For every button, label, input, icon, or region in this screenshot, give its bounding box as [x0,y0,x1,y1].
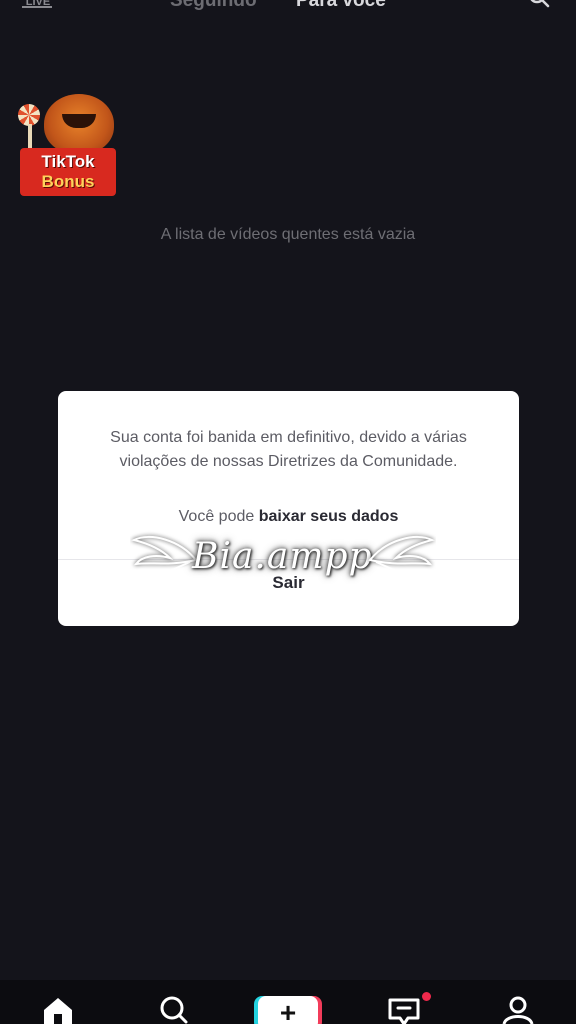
inbox-icon[interactable] [386,994,422,1024]
download-data-line: Você pode baixar seus dados [58,508,519,526]
live-button[interactable]: LIVE [22,0,54,8]
search-nav-icon[interactable] [156,994,192,1024]
ban-message: Sua conta foi banida em definitivo, devi… [110,429,467,470]
left-wings-icon [131,535,198,585]
bonus-label-line2: Bonus [41,172,95,191]
home-icon[interactable] [40,994,76,1024]
right-wings-icon [368,535,435,585]
bonus-label: TikTok Bonus [20,148,116,196]
download-data-link[interactable]: baixar seus dados [259,508,399,525]
search-icon[interactable] [528,0,550,8]
download-prefix: Você pode [178,508,255,525]
live-tv-icon [22,0,52,8]
tab-following[interactable]: Seguindo [170,0,257,12]
pumpkin-icon [44,94,114,154]
watermark: Bia.ampp [130,530,436,590]
ban-dialog: Sua conta foi banida em definitivo, devi… [58,391,519,626]
notification-dot [422,992,431,1001]
top-bar: LIVE Seguindo Para você [0,0,576,16]
profile-icon[interactable] [500,994,536,1024]
plus-label: + [279,997,297,1024]
watermark-text: Bia.ampp [192,536,373,577]
plus-icon: + [258,996,318,1024]
empty-feed-message: A lista de vídeos quentes está vazia [160,226,416,243]
create-button[interactable]: + [258,994,318,1024]
app-screen: LIVE Seguindo Para você TikTok Bonus A l… [0,0,576,1024]
lollipop-icon [18,104,40,126]
tab-for-you[interactable]: Para você [296,0,386,12]
bottom-navigation: + [0,980,576,1024]
tiktok-bonus-badge[interactable]: TikTok Bonus [16,92,120,198]
bonus-label-line1: TikTok [41,152,95,171]
